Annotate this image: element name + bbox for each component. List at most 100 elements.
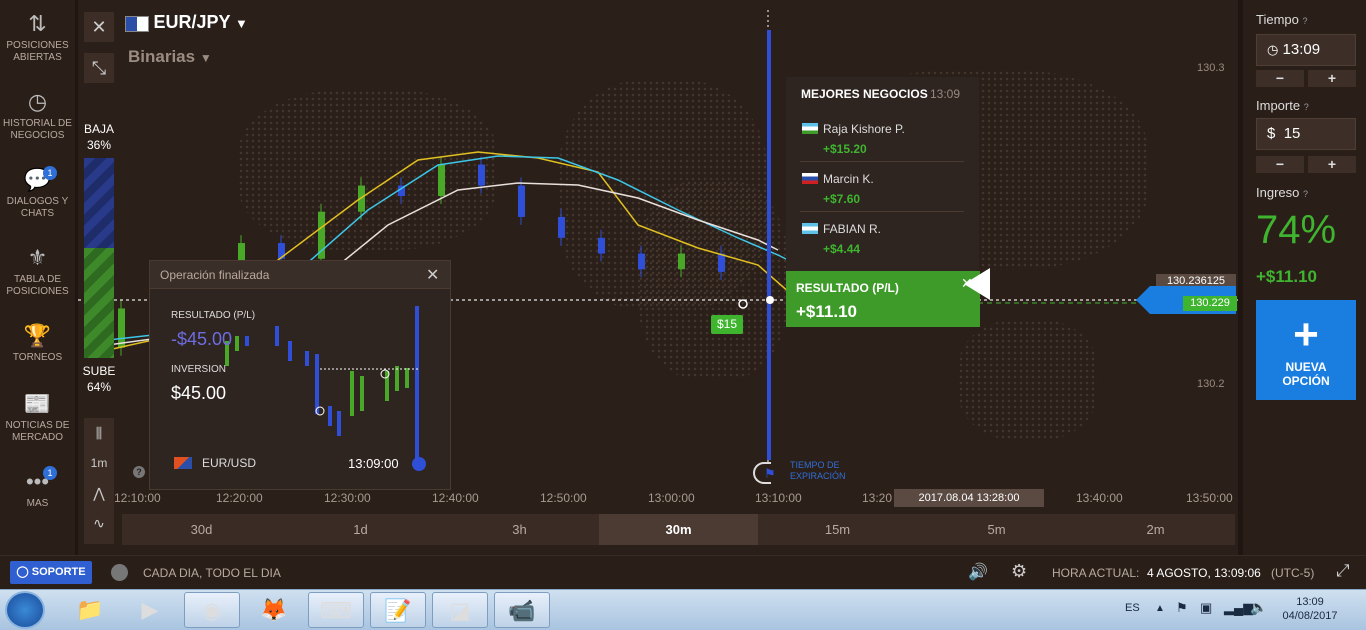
tiempo-plus-button[interactable]: +	[1308, 70, 1356, 87]
app-window-icon[interactable]: ◪	[432, 592, 488, 628]
system-clock[interactable]: 13:09 04/08/2017	[1280, 595, 1340, 623]
tiempo-value: 13:09	[1282, 41, 1321, 58]
time-label: 13:40:00	[1076, 491, 1123, 505]
close-icon[interactable]: ✕	[426, 265, 439, 285]
fullscreen-icon[interactable]: ⤢	[1336, 561, 1350, 581]
sidebar-item-label: HISTORIAL DE	[3, 118, 72, 129]
sidebar-item-torneos[interactable]: 🏆 TORNEOS	[0, 324, 75, 364]
signal-tray-icon[interactable]: ▂▄▆	[1224, 600, 1253, 616]
candles-type-icon[interactable]: ⫼	[84, 418, 114, 448]
chart-tools: ⫼ 1m ⋀ ∿	[84, 418, 114, 544]
status-bar: ◯ SOPORTE CADA DIA, TODO EL DIA 🔊 ⚙ HORA…	[0, 555, 1366, 589]
right-trade-panel: Tiempo ? ◷ 13:09 − + Importe ? $ 15 − + …	[1243, 0, 1366, 555]
plus-icon: +	[1293, 310, 1319, 359]
timeframe-30d[interactable]: 30d	[122, 514, 281, 545]
importe-plus-button[interactable]: +	[1308, 156, 1356, 173]
ingreso-label-text: Ingreso	[1256, 185, 1300, 200]
sidebar-item-mas[interactable]: ••• 1 MAS	[0, 466, 75, 510]
flag-eur-jpy-icon	[125, 15, 149, 32]
time-label: 13:00:00	[648, 491, 695, 505]
sube-pct: 64%	[86, 380, 112, 394]
info-icon: ?	[1302, 16, 1308, 26]
mode-selector[interactable]: Binarias ▼	[128, 47, 212, 67]
nueva-opcion-button[interactable]: + NUEVA OPCIÓN	[1256, 300, 1356, 400]
chevron-down-icon: ▼	[199, 51, 212, 65]
timeframe-1d[interactable]: 1d	[281, 514, 440, 545]
camera-icon[interactable]: 📹	[494, 592, 550, 628]
hora-value: 4 AGOSTO, 13:09:06	[1147, 566, 1261, 580]
divider	[800, 211, 964, 212]
soporte-button[interactable]: ◯ SOPORTE	[10, 561, 92, 584]
flag-tray-icon[interactable]: ⚑	[1176, 600, 1188, 616]
firefox-icon[interactable]: 🦊	[246, 592, 302, 628]
left-sidebar: ⇅ POSICIONES ABIERTAS ◷ HISTORIAL DE NEG…	[0, 0, 75, 555]
expiry-candle	[767, 30, 771, 460]
candle	[438, 164, 445, 196]
sentiment-bar-up	[84, 248, 114, 358]
device-tray-icon[interactable]: ▣	[1200, 600, 1212, 616]
timeframe-3h[interactable]: 3h	[440, 514, 599, 545]
time-label: 12:40:00	[432, 491, 479, 505]
timeframe-2m[interactable]: 2m	[1076, 514, 1235, 545]
explorer-icon[interactable]: 📁	[62, 592, 118, 628]
tray-arrow-icon[interactable]: ▲	[1155, 603, 1165, 614]
gear-icon[interactable]: ⚙	[1011, 561, 1027, 582]
collapse-icon: ⤡	[91, 58, 107, 78]
expiry-label: TIEMPO DE EXPIRACIÓN	[790, 460, 846, 482]
interval-button[interactable]: 1m	[84, 448, 114, 478]
importe-value: 15	[1283, 125, 1301, 142]
finish-flag-icon: ⚑	[764, 466, 776, 481]
help-icon[interactable]: ?	[133, 466, 145, 478]
candle	[638, 253, 645, 270]
tiempo-input[interactable]: ◷ 13:09	[1256, 34, 1356, 66]
expiry-label-line1: TIEMPO DE	[790, 460, 840, 470]
sidebar-item-historial[interactable]: ◷ HISTORIAL DE NEGOCIOS	[0, 90, 75, 142]
sentiment-baja: BAJA 36%	[81, 122, 117, 152]
pair-selector[interactable]: EUR/JPY ▼	[125, 12, 248, 33]
sidebar-item-posiciones-abiertas[interactable]: ⇅ POSICIONES ABIERTAS	[0, 12, 75, 64]
draw-tools-icon[interactable]: ⋀	[84, 478, 114, 508]
importe-minus-button[interactable]: −	[1256, 156, 1304, 173]
language-indicator[interactable]: ES	[1125, 602, 1140, 614]
pair-title: EUR/JPY	[153, 12, 231, 32]
time-label: 12:30:00	[324, 491, 371, 505]
timeframe-30m[interactable]: 30m	[599, 514, 758, 545]
history-icon: ◷	[27, 89, 48, 114]
media-player-icon[interactable]: ▶	[122, 592, 178, 628]
notepad-icon[interactable]: 📝	[370, 592, 426, 628]
importe-input[interactable]: $ 15	[1256, 118, 1356, 150]
best-trades-title: MEJORES NEGOCIOS	[801, 87, 928, 101]
tiempo-minus-button[interactable]: −	[1256, 70, 1304, 87]
hora-label: HORA ACTUAL:	[1052, 566, 1140, 580]
speaker-tray-icon[interactable]: 🔈	[1250, 599, 1267, 616]
country-flag-icon	[802, 223, 818, 234]
chrome-icon[interactable]: ◉	[184, 592, 240, 628]
sidebar-item-noticias[interactable]: 📰 NOTICIAS DE MERCADO	[0, 392, 75, 444]
price-label-top: 130.3	[1197, 62, 1225, 74]
time-label: 12:50:00	[540, 491, 587, 505]
indicators-icon[interactable]: ∿	[84, 508, 114, 538]
start-button[interactable]	[5, 591, 45, 629]
current-price-dot	[766, 296, 774, 304]
timeframe-5m[interactable]: 5m	[917, 514, 1076, 545]
sidebar-item-dialogos[interactable]: 💬 1 DIALOGOS Y CHATS	[0, 166, 75, 220]
ingreso-pct: 74%	[1256, 208, 1337, 252]
tiempo-label: Tiempo ?	[1256, 12, 1308, 27]
trader-profit: +$15.20	[823, 142, 867, 156]
keyboard-app-icon[interactable]: ⌨	[308, 592, 364, 628]
volume-icon[interactable]: 🔊	[968, 562, 988, 582]
sidebar-item-tabla[interactable]: ⚜ TABLA DE POSICIONES	[0, 246, 75, 298]
inversion-label: INVERSION	[171, 364, 227, 375]
ingreso-value: +$11.10	[1256, 267, 1317, 286]
cursor-date-tag: 2017.08.04 13:28:00	[894, 489, 1044, 507]
trade-mini-chart	[225, 306, 420, 461]
timeframe-15m[interactable]: 15m	[758, 514, 917, 545]
sentiment-bar-down	[84, 158, 114, 248]
close-icon: ✕	[91, 17, 107, 37]
result-value: +$11.10	[796, 302, 857, 321]
sidebar-item-label: MAS	[26, 498, 49, 509]
sidebar-item-label: POSICIONES	[6, 286, 69, 297]
collapse-button[interactable]: ⤡	[84, 53, 114, 83]
close-chart-button[interactable]: ✕	[84, 12, 114, 42]
ingreso-label: Ingreso ?	[1256, 185, 1308, 200]
